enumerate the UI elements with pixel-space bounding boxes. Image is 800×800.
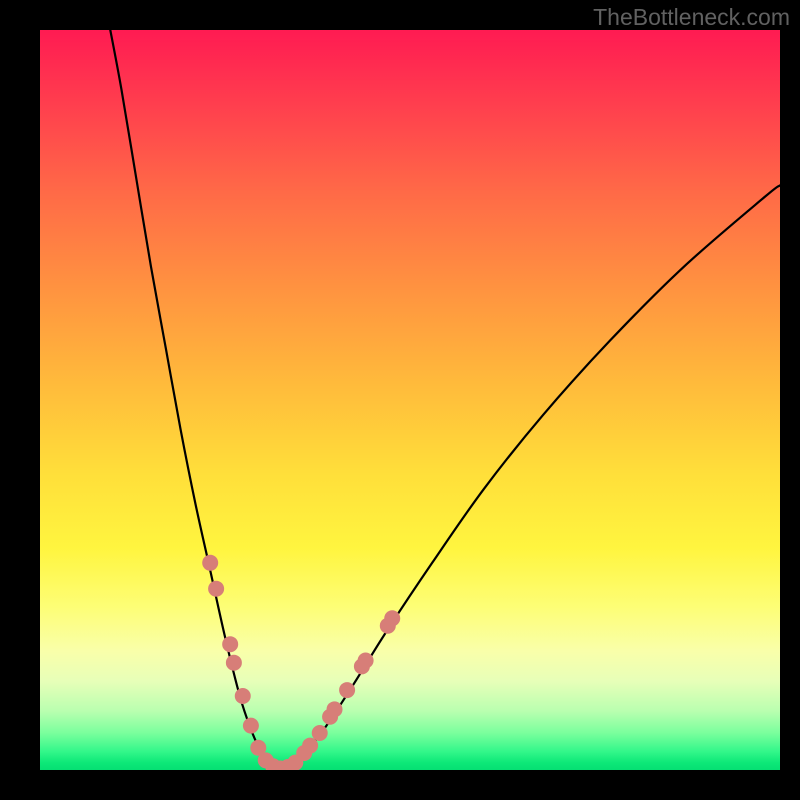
watermark-text: TheBottleneck.com: [593, 4, 790, 31]
highlight-point: [202, 555, 218, 571]
highlight-point: [312, 725, 328, 741]
highlight-point: [226, 655, 242, 671]
highlight-point: [339, 682, 355, 698]
highlight-markers: [202, 555, 400, 770]
highlight-point: [358, 652, 374, 668]
highlight-point: [243, 718, 259, 734]
highlight-point: [208, 581, 224, 597]
chart-frame: TheBottleneck.com: [0, 0, 800, 800]
highlight-point: [384, 610, 400, 626]
highlight-point: [235, 688, 251, 704]
highlight-point: [327, 701, 343, 717]
highlight-point: [222, 636, 238, 652]
bottleneck-curve: [110, 30, 780, 769]
plot-area: [40, 30, 780, 770]
curve-layer: [40, 30, 780, 770]
highlight-point: [302, 738, 318, 754]
